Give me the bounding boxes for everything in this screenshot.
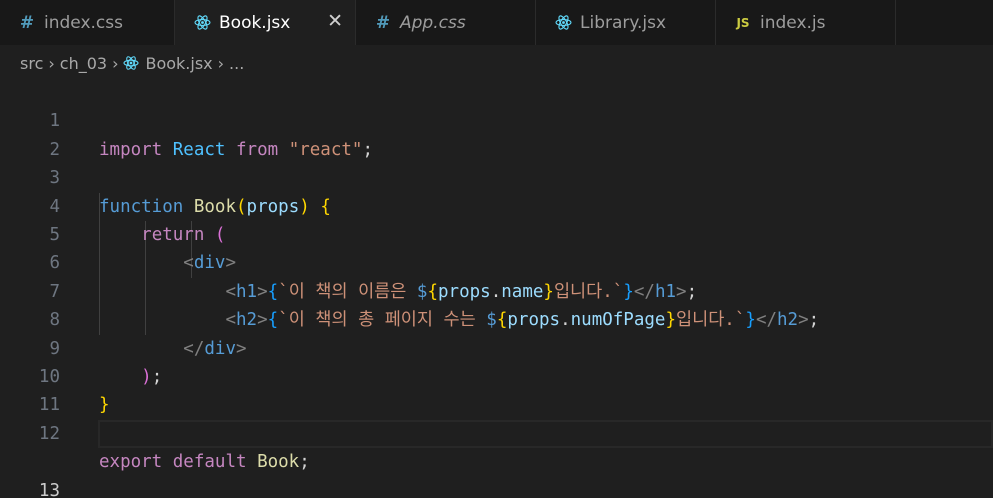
tab-label: App.css xyxy=(400,12,466,33)
js-file-icon: JS xyxy=(736,15,750,30)
tab-label: Book.jsx xyxy=(219,12,291,33)
code-line: 12 export default Book; xyxy=(0,391,993,472)
code-line: 11 xyxy=(0,363,993,415)
tab-index-css[interactable]: # index.css xyxy=(0,0,175,45)
tab-label: index.js xyxy=(760,12,826,33)
code-line: 7 <h2>{`이 책의 총 페이지 수는 ${props.numOfPage}… xyxy=(0,249,993,330)
breadcrumb-item-symbol[interactable]: ... xyxy=(229,54,244,73)
css-file-icon: # xyxy=(19,12,35,33)
line-number: 13 xyxy=(38,480,60,498)
react-icon xyxy=(554,14,572,31)
css-file-icon: # xyxy=(375,12,391,33)
code-line: 9 ); xyxy=(0,306,993,387)
tab-library-jsx[interactable]: Library.jsx xyxy=(536,0,716,45)
tab-app-css[interactable]: # App.css xyxy=(356,0,536,45)
code-line: 2 xyxy=(0,107,993,160)
breadcrumb: src › ch_03 › Book.jsx › ... xyxy=(20,52,244,74)
current-line-highlight xyxy=(98,419,993,448)
code-line: 5 <div> xyxy=(0,193,993,273)
chevron-right-icon: › xyxy=(217,53,225,73)
tab-index-js[interactable]: JS index.js xyxy=(716,0,896,45)
code-line: 1 import React from "react"; xyxy=(0,79,993,159)
react-icon xyxy=(123,55,140,71)
breadcrumb-item-ch03[interactable]: ch_03 xyxy=(60,54,107,73)
react-icon xyxy=(193,14,211,31)
tab-book-jsx[interactable]: Book.jsx ✕ xyxy=(175,0,356,45)
code-line: 6 <h1>{`이 책의 이름은 ${props.name}입니다.`}</h1… xyxy=(0,221,993,301)
code-line: 8 </div> xyxy=(0,278,993,358)
code-line: 10 } xyxy=(0,335,993,415)
chevron-right-icon: › xyxy=(48,53,55,73)
tab-bar: # index.css Book.jsx ✕ # App.css Library… xyxy=(0,0,993,45)
close-icon[interactable]: ✕ xyxy=(327,10,343,32)
code-line-current[interactable]: 13 xyxy=(0,419,993,498)
tab-label: Library.jsx xyxy=(580,12,667,33)
breadcrumb-item-src[interactable]: src xyxy=(20,54,43,73)
code-line: 3 function Book(props) { xyxy=(0,136,993,216)
chevron-right-icon: › xyxy=(112,53,119,73)
code-line: 4 return ( xyxy=(0,164,993,245)
code-editor[interactable]: 1 import React from "react"; 2 3 functio… xyxy=(0,79,993,498)
breadcrumb-item-file[interactable]: Book.jsx xyxy=(145,54,212,73)
tab-label: index.css xyxy=(44,12,123,33)
